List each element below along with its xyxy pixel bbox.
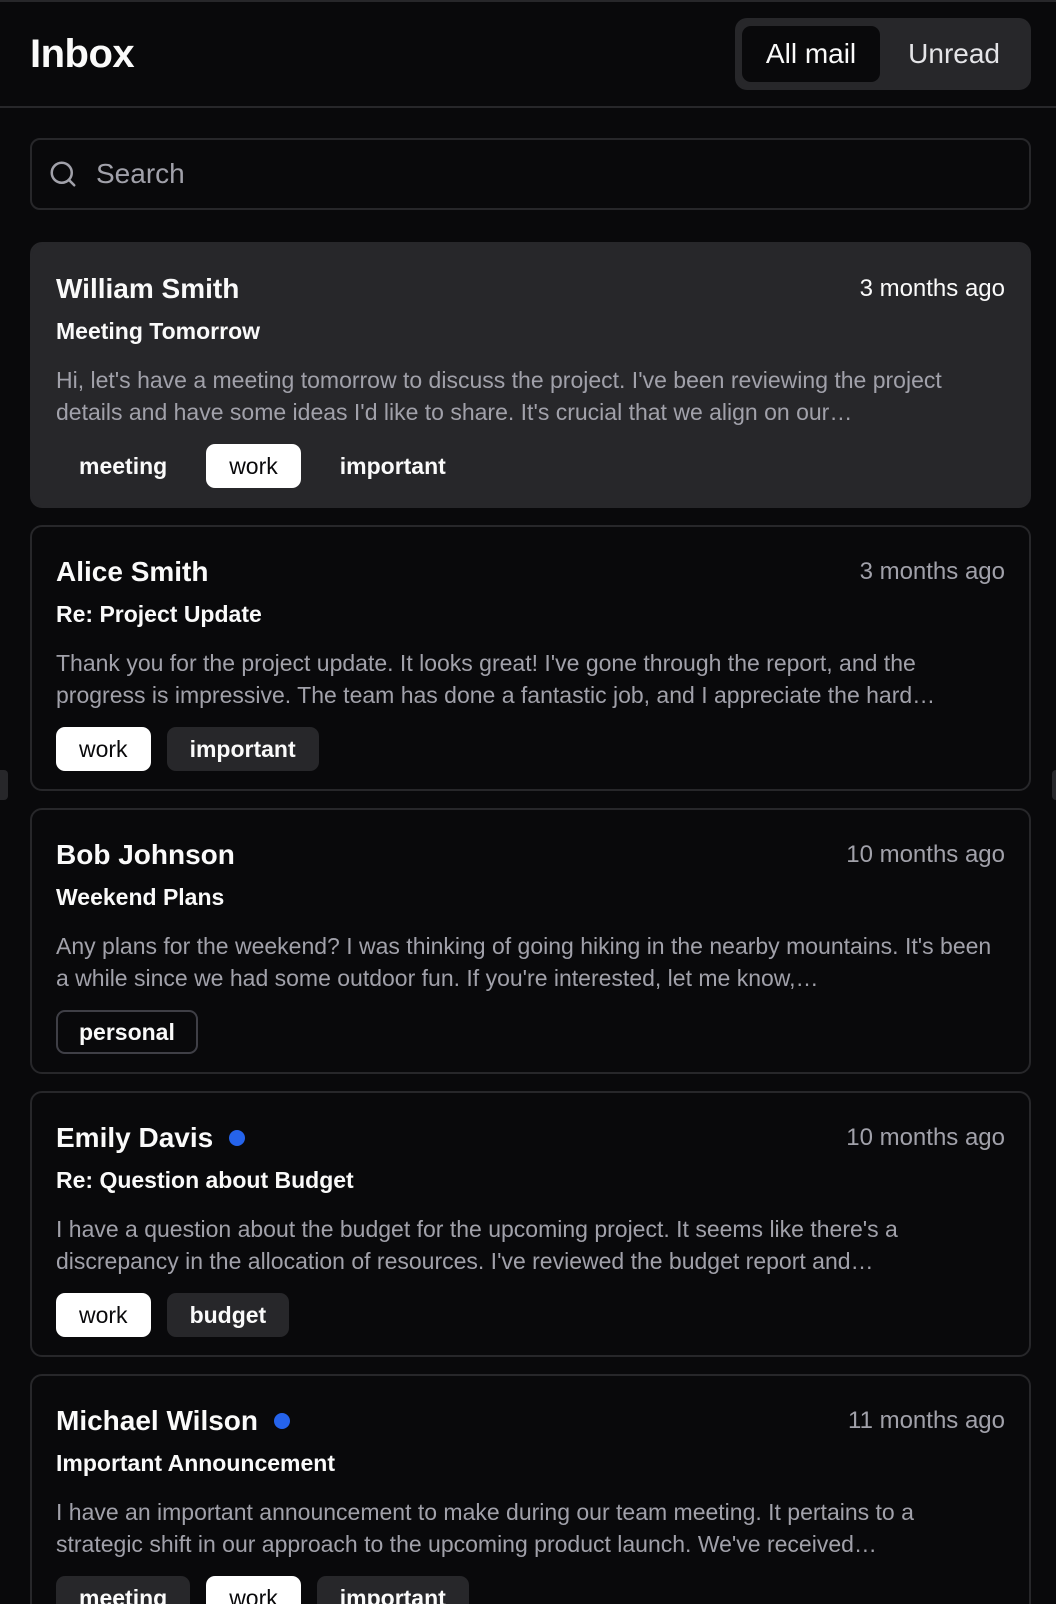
- sender-group: Emily Davis: [56, 1122, 246, 1154]
- mail-item-header: Emily Davis 10 months ago: [56, 1119, 1005, 1157]
- resize-handle-right[interactable]: [1052, 770, 1056, 800]
- mail-tags: meeting work important: [56, 1576, 1005, 1604]
- mail-list: William Smith 3 months ago Meeting Tomorro…: [30, 242, 1031, 1604]
- tag-badge: important: [166, 727, 319, 771]
- mail-item-header: Michael Wilson 11 months ago: [56, 1402, 1005, 1440]
- unread-dot-icon: [274, 1413, 291, 1429]
- search-box[interactable]: [30, 138, 1031, 210]
- mail-sender: William Smith: [56, 273, 240, 304]
- mail-tags: work budget: [56, 1293, 1005, 1337]
- mail-sender: Michael Wilson: [56, 1405, 259, 1436]
- mail-preview: I have a question about the budget for t…: [56, 1216, 898, 1274]
- mail-item-header: William Smith 3 months ago: [56, 270, 1005, 308]
- sender-group: Alice Smith: [56, 556, 208, 588]
- mail-tags: personal: [56, 1010, 1005, 1054]
- resize-handle-left[interactable]: [0, 770, 8, 800]
- tab-unread[interactable]: Unread: [884, 26, 1024, 82]
- tag-badge: meeting: [56, 1576, 191, 1604]
- mail-item[interactable]: Michael Wilson 11 months ago Important Ann…: [30, 1374, 1031, 1604]
- sender-group: Bob Johnson: [56, 839, 235, 871]
- tab-all-mail[interactable]: All mail: [741, 26, 881, 82]
- page-title: Inbox: [30, 31, 135, 76]
- mail-subject: Weekend Plans: [56, 884, 225, 910]
- mail-sender: Bob Johnson: [56, 839, 235, 870]
- search-icon: [50, 161, 76, 187]
- tag-badge: work: [56, 1293, 151, 1337]
- mail-item-header: Bob Johnson 10 months ago: [56, 836, 1005, 874]
- mail-subject: Re: Question about Budget: [56, 1167, 354, 1193]
- mail-subject: Re: Project Update: [56, 601, 262, 627]
- tag-badge: work: [56, 727, 151, 771]
- mail-item[interactable]: William Smith 3 months ago Meeting Tomorro…: [30, 242, 1031, 508]
- sender-group: William Smith: [56, 273, 239, 305]
- mail-tags: work important: [56, 727, 1005, 771]
- mail-date: 11 months ago: [848, 1407, 1005, 1434]
- mail-item-header: Alice Smith 3 months ago: [56, 553, 1005, 591]
- mail-tags: meeting work important: [56, 444, 1005, 488]
- mail-preview: I have an important announcement to make…: [56, 1499, 914, 1557]
- mail-list-panel: William Smith 3 months ago Meeting Tomorro…: [0, 108, 1056, 1604]
- tag-badge: personal: [56, 1010, 198, 1054]
- mail-preview: Thank you for the project update. It loo…: [56, 650, 936, 708]
- search-input[interactable]: [96, 158, 1013, 190]
- mail-date: 3 months ago: [859, 558, 1005, 585]
- mail-date: 10 months ago: [846, 1124, 1005, 1151]
- tag-badge: work: [206, 1576, 301, 1604]
- tag-badge: work: [206, 444, 301, 488]
- mail-sender: Alice Smith: [56, 556, 209, 587]
- tag-badge: important: [316, 1576, 469, 1604]
- mail-date: 3 months ago: [859, 275, 1005, 302]
- tag-badge: important: [339, 452, 446, 479]
- mail-item[interactable]: Bob Johnson 10 months ago Weekend Plans Any…: [30, 808, 1031, 1074]
- mail-subject: Important Announcement: [56, 1450, 335, 1476]
- tag-badge: budget: [166, 1293, 290, 1337]
- mail-filter-tabs: All mail Unread: [734, 18, 1031, 90]
- mail-item[interactable]: Emily Davis 10 months ago Re: Question abo…: [30, 1091, 1031, 1357]
- mail-sender: Emily Davis: [56, 1122, 214, 1153]
- tag-badge: meeting: [79, 452, 168, 479]
- unread-dot-icon: [229, 1130, 246, 1146]
- mail-preview: Any plans for the weekend? I was thinkin…: [56, 933, 992, 991]
- mail-subject: Meeting Tomorrow: [56, 318, 261, 344]
- inbox-header: Inbox All mail Unread: [0, 2, 1056, 108]
- mail-preview: Hi, let's have a meeting tomorrow to dis…: [56, 367, 942, 425]
- mail-date: 10 months ago: [846, 841, 1005, 868]
- mail-item[interactable]: Alice Smith 3 months ago Re: Project Updat…: [30, 525, 1031, 791]
- sender-group: Michael Wilson: [56, 1405, 291, 1437]
